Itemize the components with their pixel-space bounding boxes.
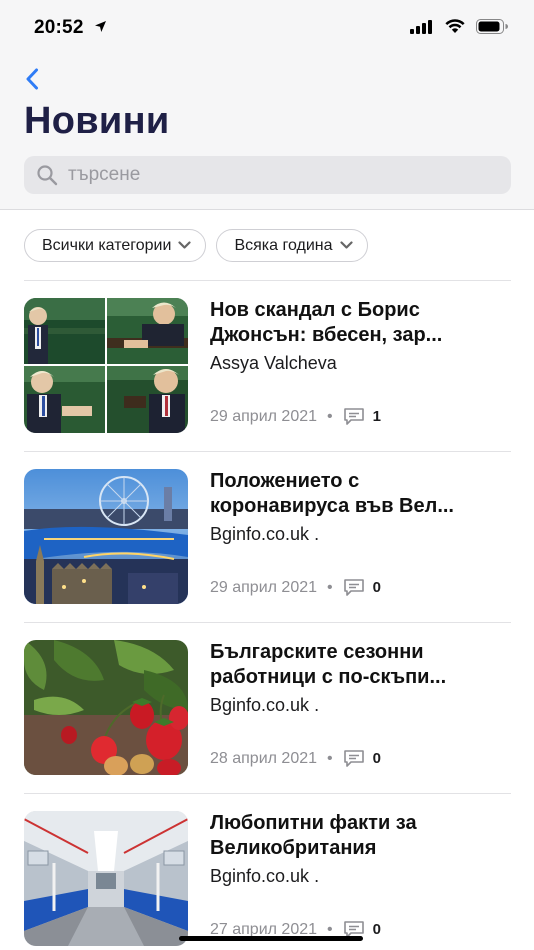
- cellular-signal-icon: [410, 19, 432, 34]
- news-item[interactable]: Положението с коронавируса във Вел... Bg…: [0, 452, 534, 623]
- comment-icon: [343, 579, 364, 596]
- comment-icon: [343, 408, 364, 425]
- news-item[interactable]: Българските сезонни работници с по-скъпи…: [0, 623, 534, 794]
- article-title: Положението с коронавируса във Вел...: [210, 469, 510, 519]
- navigation-header: Новини: [0, 56, 534, 210]
- status-time: 20:52: [34, 17, 106, 39]
- article-date: 29 април 2021: [210, 407, 318, 425]
- year-filter-label: Всяка година: [234, 236, 333, 254]
- article-title-line2: Великобритания: [210, 837, 377, 859]
- search-input[interactable]: [68, 164, 488, 186]
- comment-count: 0: [372, 750, 381, 767]
- page-title: Новини: [24, 100, 170, 142]
- article-thumbnail: [24, 640, 188, 775]
- chevron-down-icon: [178, 241, 192, 249]
- year-filter-dropdown[interactable]: Всяка година: [216, 229, 368, 262]
- article-author: Bginfo.co.uk .: [210, 695, 320, 715]
- status-time-text: 20:52: [34, 17, 84, 38]
- news-list: Нов скандал с Борис Джонсън: вбесен, зар…: [0, 281, 534, 950]
- article-title-line1: Българските сезонни: [210, 641, 424, 663]
- article-date: 29 април 2021: [210, 578, 318, 596]
- article-meta: 28 април 2021 • 0: [210, 749, 381, 768]
- category-filter-label: Всички категории: [42, 236, 172, 254]
- article-title-line2: коронавируса във Вел...: [210, 495, 454, 517]
- news-item[interactable]: Нов скандал с Борис Джонсън: вбесен, зар…: [0, 281, 534, 452]
- comment-count: 0: [372, 579, 381, 596]
- article-author: Assya Valcheva: [210, 353, 337, 373]
- article-title: Нов скандал с Борис Джонсън: вбесен, зар…: [210, 298, 510, 348]
- article-title-line1: Любопитни факти за: [210, 812, 417, 834]
- status-icons: [410, 18, 508, 34]
- back-button[interactable]: [18, 64, 46, 94]
- meta-separator: •: [327, 578, 333, 596]
- news-item[interactable]: Любопитни факти за Великобритания Bginfo…: [0, 794, 534, 950]
- chevron-left-icon: [26, 68, 38, 90]
- article-title-line1: Нов скандал с Борис: [210, 299, 420, 321]
- meta-separator: •: [327, 407, 333, 425]
- search-icon: [37, 165, 58, 186]
- meta-separator: •: [327, 749, 333, 767]
- article-thumbnail: [24, 811, 188, 946]
- battery-icon: [476, 18, 508, 34]
- location-arrow-icon: [95, 21, 106, 32]
- category-filter-dropdown[interactable]: Всички категории: [24, 229, 207, 262]
- comment-count: 1: [372, 408, 381, 425]
- comment-count: 0: [372, 921, 381, 938]
- filter-bar: Всички категории Всяка година: [24, 229, 368, 262]
- article-title: Любопитни факти за Великобритания: [210, 811, 510, 861]
- article-thumbnail: [24, 469, 188, 604]
- article-author: Bginfo.co.uk .: [210, 524, 320, 544]
- home-indicator[interactable]: [179, 936, 363, 941]
- comment-icon: [343, 750, 364, 767]
- article-meta: 29 април 2021 • 0: [210, 578, 381, 597]
- article-author: Bginfo.co.uk .: [210, 866, 320, 886]
- chevron-down-icon: [339, 241, 353, 249]
- wifi-icon: [445, 19, 465, 33]
- article-thumbnail: [24, 298, 188, 433]
- article-title-line2: работници с по-скъпи...: [210, 666, 447, 688]
- article-title: Българските сезонни работници с по-скъпи…: [210, 640, 510, 690]
- article-title-line2: Джонсън: вбесен, зар...: [210, 324, 443, 346]
- article-date: 28 април 2021: [210, 749, 318, 767]
- article-title-line1: Положението с: [210, 470, 360, 492]
- status-bar: 20:52: [0, 0, 534, 56]
- search-bar[interactable]: [24, 156, 511, 194]
- article-meta: 29 април 2021 • 1: [210, 407, 381, 426]
